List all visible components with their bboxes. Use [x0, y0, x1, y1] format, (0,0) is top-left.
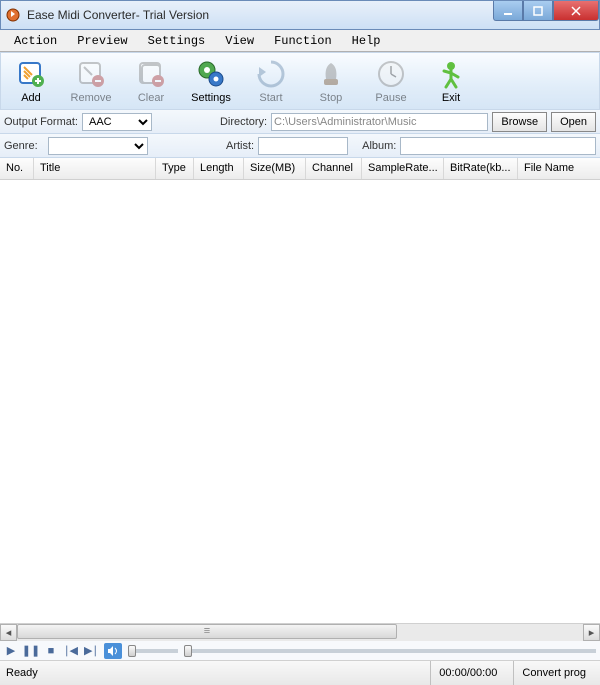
- menubar: Action Preview Settings View Function He…: [0, 30, 600, 52]
- col-title[interactable]: Title: [34, 158, 156, 179]
- artist-label: Artist:: [226, 140, 254, 152]
- stop-icon: [315, 58, 347, 90]
- scroll-right-button[interactable]: ▸: [583, 624, 600, 641]
- col-length[interactable]: Length: [194, 158, 244, 179]
- meta-row: Genre: Artist: Album:: [0, 134, 600, 158]
- col-type[interactable]: Type: [156, 158, 194, 179]
- horizontal-scrollbar[interactable]: ◂ ▸: [0, 624, 600, 641]
- clear-icon: [135, 58, 167, 90]
- next-icon[interactable]: ▶∣: [84, 644, 98, 658]
- col-size[interactable]: Size(MB): [244, 158, 306, 179]
- genre-select[interactable]: [48, 137, 148, 155]
- scroll-track[interactable]: [17, 624, 583, 641]
- col-filename[interactable]: File Name: [518, 158, 600, 179]
- add-button[interactable]: Add: [7, 55, 55, 107]
- app-icon: [5, 7, 21, 23]
- directory-input[interactable]: [271, 113, 488, 131]
- settings-label: Settings: [191, 92, 231, 104]
- col-no[interactable]: No.: [0, 158, 34, 179]
- album-label: Album:: [362, 140, 396, 152]
- remove-icon: [75, 58, 107, 90]
- player-bar: ▶ ❚❚ ■ ∣◀ ▶∣: [0, 641, 600, 661]
- format-row: Output Format: AAC Directory: Browse Ope…: [0, 110, 600, 134]
- pause-button[interactable]: Pause: [367, 55, 415, 107]
- col-bitrate[interactable]: BitRate(kb...: [444, 158, 518, 179]
- settings-button[interactable]: Settings: [187, 55, 235, 107]
- toolbar: Add Remove Clear Settings Start Stop Pau…: [0, 52, 600, 110]
- remove-button[interactable]: Remove: [67, 55, 115, 107]
- menu-view[interactable]: View: [215, 30, 264, 51]
- add-icon: [15, 58, 47, 90]
- scroll-left-button[interactable]: ◂: [0, 624, 17, 641]
- output-format-select[interactable]: AAC: [82, 113, 152, 131]
- col-channel[interactable]: Channel: [306, 158, 362, 179]
- start-label: Start: [259, 92, 282, 104]
- status-time: 00:00/00:00: [430, 661, 505, 685]
- exit-icon: [435, 58, 467, 90]
- maximize-button[interactable]: [523, 1, 553, 21]
- clear-label: Clear: [138, 92, 164, 104]
- start-button[interactable]: Start: [247, 55, 295, 107]
- add-label: Add: [21, 92, 41, 104]
- exit-label: Exit: [442, 92, 460, 104]
- genre-label: Genre:: [4, 140, 44, 152]
- window-title: Ease Midi Converter- Trial Version: [27, 8, 209, 22]
- stop-label: Stop: [320, 92, 343, 104]
- album-input[interactable]: [400, 137, 596, 155]
- prev-icon[interactable]: ∣◀: [64, 644, 78, 658]
- clear-button[interactable]: Clear: [127, 55, 175, 107]
- pause-icon: [375, 58, 407, 90]
- volume-icon[interactable]: [104, 643, 122, 659]
- seek-slider[interactable]: [184, 649, 596, 653]
- menu-settings[interactable]: Settings: [138, 30, 216, 51]
- minimize-button[interactable]: [493, 1, 523, 21]
- seek-knob[interactable]: [184, 645, 192, 657]
- status-ready: Ready: [6, 667, 422, 679]
- player-pause-icon[interactable]: ❚❚: [24, 644, 38, 658]
- close-button[interactable]: [553, 1, 599, 21]
- browse-button[interactable]: Browse: [492, 112, 547, 132]
- list-header: No. Title Type Length Size(MB) Channel S…: [0, 158, 600, 180]
- status-progress: Convert prog: [513, 661, 594, 685]
- open-button[interactable]: Open: [551, 112, 596, 132]
- volume-slider[interactable]: [128, 649, 178, 653]
- pause-label: Pause: [375, 92, 406, 104]
- menu-preview[interactable]: Preview: [67, 30, 137, 51]
- titlebar: Ease Midi Converter- Trial Version: [0, 0, 600, 30]
- stop-button[interactable]: Stop: [307, 55, 355, 107]
- col-samplerate[interactable]: SampleRate...: [362, 158, 444, 179]
- player-stop-icon[interactable]: ■: [44, 644, 58, 658]
- artist-input[interactable]: [258, 137, 348, 155]
- remove-label: Remove: [71, 92, 112, 104]
- output-format-label: Output Format:: [4, 116, 78, 128]
- exit-button[interactable]: Exit: [427, 55, 475, 107]
- file-list[interactable]: [0, 180, 600, 624]
- scroll-thumb[interactable]: [17, 624, 397, 639]
- menu-function[interactable]: Function: [264, 30, 342, 51]
- window-controls: [493, 1, 599, 21]
- status-bar: Ready 00:00/00:00 Convert prog: [0, 661, 600, 685]
- menu-help[interactable]: Help: [342, 30, 391, 51]
- start-icon: [255, 58, 287, 90]
- gear-icon: [195, 58, 227, 90]
- menu-action[interactable]: Action: [4, 30, 67, 51]
- volume-knob[interactable]: [128, 645, 136, 657]
- directory-label: Directory:: [220, 116, 267, 128]
- play-icon[interactable]: ▶: [4, 644, 18, 658]
